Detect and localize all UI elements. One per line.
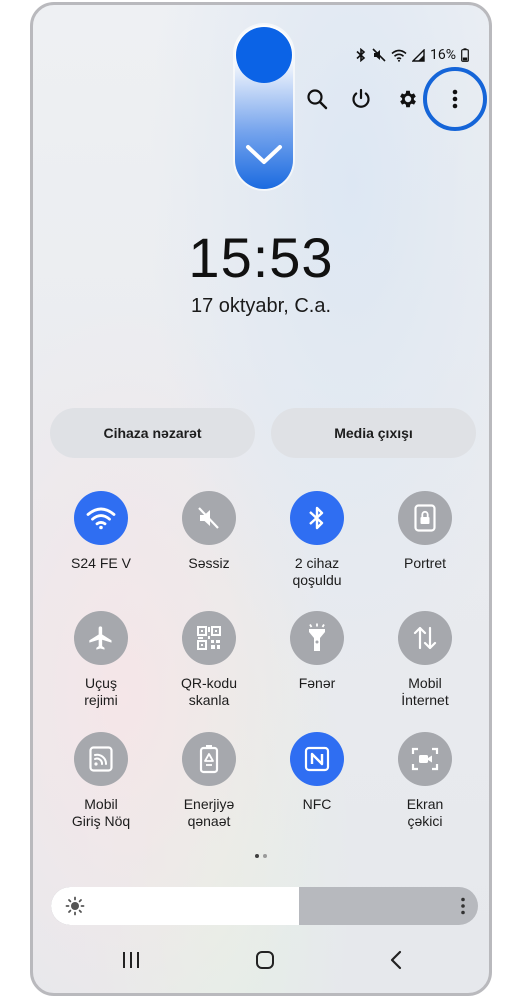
brightness-slider[interactable] xyxy=(51,887,478,925)
touch-point xyxy=(236,27,292,83)
flashlight-icon xyxy=(309,623,325,651)
bluetooth-icon xyxy=(309,506,324,530)
tile-mute[interactable]: Səssiz xyxy=(159,491,259,572)
screen-recorder-icon xyxy=(411,747,439,771)
qr-code-icon xyxy=(197,626,221,650)
tile-nfc-label: NFC xyxy=(302,796,332,812)
phone-screen: 16% 15:53 17 oktyabr, C.a. Cihaza nəzarə… xyxy=(30,2,492,996)
swipe-down-gesture-indicator xyxy=(235,25,293,189)
tile-portrait-label: Portret xyxy=(403,555,446,571)
tile-mobile-data-button[interactable] xyxy=(398,611,452,665)
tile-portrait[interactable]: Portret xyxy=(375,491,475,572)
tile-flashlight-button[interactable] xyxy=(290,611,344,665)
wifi-icon xyxy=(86,507,116,530)
tile-hotspot[interactable]: Mobil Giriş Nöq xyxy=(51,732,151,830)
tile-hotspot-button[interactable] xyxy=(74,732,128,786)
status-bar: 16% xyxy=(355,47,469,63)
mobile-data-icon xyxy=(413,626,437,650)
sun-icon xyxy=(65,896,85,916)
tile-mute-label: Səssiz xyxy=(188,555,230,571)
recent-apps-icon[interactable] xyxy=(121,949,141,971)
mute-icon xyxy=(198,507,219,529)
clock-time: 15:53 xyxy=(188,226,334,289)
nfc-icon xyxy=(304,746,330,772)
tile-airplane-button[interactable] xyxy=(74,611,128,665)
tile-airplane-label: Uçuş rejimi xyxy=(84,675,118,708)
airplane-icon xyxy=(89,626,112,650)
home-icon[interactable] xyxy=(254,949,276,971)
tile-qr-scan-button[interactable] xyxy=(182,611,236,665)
media-output-button[interactable]: Media çıxışı xyxy=(271,408,476,458)
hotspot-icon xyxy=(89,746,113,772)
tile-portrait-button[interactable] xyxy=(398,491,452,545)
signal-icon xyxy=(412,48,425,62)
bluetooth-icon xyxy=(356,48,366,62)
more-options-highlight-ring xyxy=(423,67,487,131)
battery-percent: 16% xyxy=(430,47,456,63)
tile-flashlight-label: Fənər xyxy=(298,675,336,691)
tile-nfc[interactable]: NFC xyxy=(267,732,367,813)
tile-nfc-button[interactable] xyxy=(290,732,344,786)
tile-screen-recorder-label: Ekran çəkici xyxy=(406,796,444,829)
settings-gear-icon[interactable] xyxy=(394,85,422,113)
clock-date: 17 oktyabr, C.a. xyxy=(190,295,332,317)
tile-screen-recorder[interactable]: Ekran çəkici xyxy=(375,732,475,830)
tile-qr-scan-label: QR-kodu skanla xyxy=(180,675,238,708)
wifi-icon xyxy=(391,49,407,62)
device-control-button[interactable]: Cihaza nəzarət xyxy=(50,408,255,458)
chevron-down-icon xyxy=(246,145,282,164)
tile-power-saving-label: Enerjiyə qənaət xyxy=(183,796,235,829)
power-saving-icon xyxy=(199,745,219,774)
brightness-more-icon[interactable] xyxy=(460,896,466,916)
power-icon[interactable] xyxy=(347,85,375,113)
tile-power-saving[interactable]: Enerjiyə qənaət xyxy=(159,732,259,830)
tile-wifi-button[interactable] xyxy=(74,491,128,545)
mute-icon xyxy=(372,48,386,62)
tile-bluetooth-button[interactable] xyxy=(290,491,344,545)
tile-bluetooth[interactable]: 2 cihaz qoşuldu xyxy=(267,491,367,589)
tile-hotspot-label: Mobil Giriş Nöq xyxy=(71,796,131,829)
page-dot xyxy=(263,854,267,858)
tile-mute-button[interactable] xyxy=(182,491,236,545)
back-icon[interactable] xyxy=(388,949,404,971)
tile-mobile-data-label: Mobil İnternet xyxy=(401,675,449,708)
portrait-lock-icon xyxy=(414,504,436,532)
tile-power-saving-button[interactable] xyxy=(182,732,236,786)
tile-screen-recorder-button[interactable] xyxy=(398,732,452,786)
tile-wifi-label: S24 FE V xyxy=(71,555,131,571)
tile-bluetooth-label: 2 cihaz qoşuldu xyxy=(292,555,342,588)
tile-qr-scan[interactable]: QR-kodu skanla xyxy=(159,611,259,709)
brightness-slider-fill xyxy=(51,887,299,925)
tile-wifi[interactable]: S24 FE V xyxy=(51,491,151,572)
tile-flashlight[interactable]: Fənər xyxy=(267,611,367,692)
tile-mobile-data[interactable]: Mobil İnternet xyxy=(375,611,475,709)
page-dot-active xyxy=(255,854,259,858)
tile-airplane[interactable]: Uçuş rejimi xyxy=(51,611,151,709)
battery-icon xyxy=(461,48,469,62)
navigation-bar xyxy=(33,933,489,993)
page-indicator xyxy=(255,854,267,858)
search-icon[interactable] xyxy=(303,85,331,113)
